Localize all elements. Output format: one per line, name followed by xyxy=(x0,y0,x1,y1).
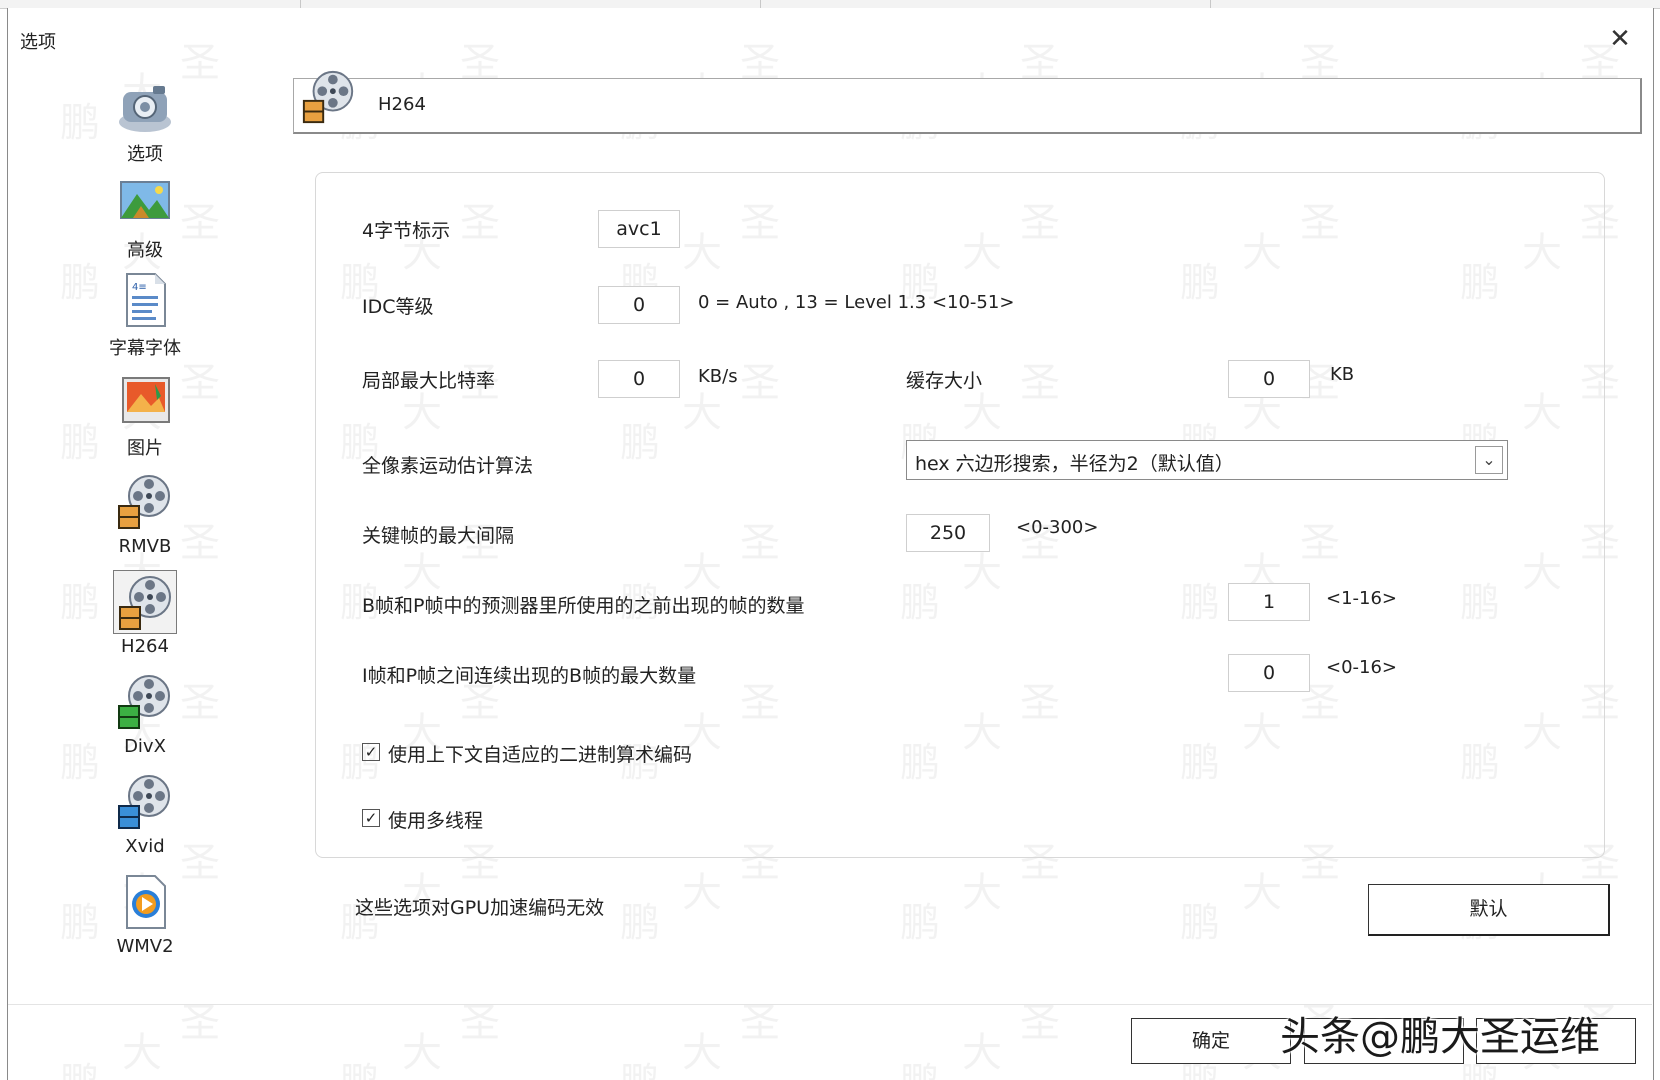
sidebar-item-label: DivX xyxy=(124,736,166,757)
keyint-label: 关键帧的最大间隔 xyxy=(362,525,515,547)
buffer-size-unit: KB xyxy=(1330,364,1355,385)
sidebar-item-label: WMV2 xyxy=(116,936,174,957)
watermark-overlay: 头条@鹏大圣运维 xyxy=(1280,1014,1600,1060)
dialog-title: 选项 xyxy=(20,32,56,53)
sidebar-item-label: 字幕字体 xyxy=(109,338,181,359)
keyint-input[interactable] xyxy=(906,514,990,552)
sidebar-item-label: 高级 xyxy=(127,240,163,261)
sidebar-item-h264[interactable]: H264 xyxy=(100,570,190,657)
default-button[interactable]: 默认 xyxy=(1368,884,1610,936)
me-algorithm-select[interactable]: hex 六边形搜索，半径为2（默认值） ⌄ xyxy=(906,440,1508,480)
multithread-checkbox[interactable]: ✓ xyxy=(362,809,380,827)
landscape-picture-icon xyxy=(120,181,170,219)
film-reel-icon xyxy=(118,675,170,729)
cabac-label: 使用上下文自适应的二进制算术编码 xyxy=(388,744,693,766)
bframes-label: I帧和P帧之间连续出现的B帧的最大数量 xyxy=(362,665,697,687)
fourcc-input[interactable] xyxy=(598,210,680,248)
cabac-checkbox[interactable]: ✓ xyxy=(362,743,380,761)
film-reel-icon xyxy=(119,576,171,630)
svg-text:4≡: 4≡ xyxy=(132,282,147,293)
close-button[interactable]: ✕ xyxy=(1600,22,1640,56)
refs-label: B帧和P帧中的预测器里所使用的之前出现的帧的数量 xyxy=(362,595,805,617)
gpu-note: 这些选项对GPU加速编码无效 xyxy=(355,897,605,919)
idc-input[interactable] xyxy=(598,286,680,324)
sidebar-item-options[interactable]: 选项 xyxy=(100,74,190,166)
idc-hint: 0 = Auto , 13 = Level 1.3 <10-51> xyxy=(698,292,1015,313)
refs-input[interactable] xyxy=(1228,583,1310,621)
sidebar-item-label: 图片 xyxy=(127,438,163,459)
sidebar-item-wmv2[interactable]: WMV2 xyxy=(100,870,190,957)
film-reel-icon xyxy=(302,70,354,124)
me-algorithm-value: hex 六边形搜索，半径为2（默认值） xyxy=(915,453,1234,475)
sidebar-item-picture[interactable]: 图片 xyxy=(100,368,190,460)
sidebar-item-subtitle-font[interactable]: 4≡ 字幕字体 xyxy=(100,268,190,360)
bframes-range: <0-16> xyxy=(1326,657,1398,678)
idc-label: IDC等级 xyxy=(362,296,434,318)
ok-button[interactable]: 确定 xyxy=(1131,1018,1291,1064)
sidebar-item-advanced[interactable]: 高级 xyxy=(100,170,190,262)
sidebar-item-label: H264 xyxy=(121,636,169,657)
refs-range: <1-16> xyxy=(1326,588,1398,609)
sidebar-item-xvid[interactable]: Xvid xyxy=(100,770,190,857)
me-algorithm-label: 全像素运动估计算法 xyxy=(362,455,534,477)
media-player-icon xyxy=(126,875,166,929)
buffer-size-input[interactable] xyxy=(1228,360,1310,398)
camera-settings-icon xyxy=(119,86,171,132)
section-header xyxy=(293,78,1642,134)
keyint-range: <0-300> xyxy=(1016,517,1099,538)
chevron-down-icon[interactable]: ⌄ xyxy=(1475,446,1503,474)
film-reel-icon xyxy=(118,475,170,529)
bframes-input[interactable] xyxy=(1228,654,1310,692)
close-icon: ✕ xyxy=(1609,24,1631,54)
document-font-icon: 4≡ xyxy=(126,273,166,327)
screen: 鹏大圣鹏大圣鹏大圣鹏大圣鹏大圣鹏大圣鹏大圣鹏大圣鹏大圣鹏大圣鹏大圣鹏大圣鹏大圣鹏… xyxy=(0,0,1660,1080)
sidebar-item-label: RMVB xyxy=(118,536,172,557)
sidebar-item-divx[interactable]: DivX xyxy=(100,670,190,757)
buffer-size-label: 缓存大小 xyxy=(906,370,983,392)
image-icon xyxy=(122,377,170,423)
max-bitrate-label: 局部最大比特率 xyxy=(362,370,496,392)
sidebar-item-rmvb[interactable]: RMVB xyxy=(100,470,190,557)
section-title: H264 xyxy=(378,94,426,115)
film-reel-icon xyxy=(118,775,170,829)
fourcc-label: 4字节标示 xyxy=(362,220,451,242)
max-bitrate-input[interactable] xyxy=(598,360,680,398)
sidebar-item-label: Xvid xyxy=(125,836,165,857)
max-bitrate-unit: KB/s xyxy=(698,366,738,387)
sidebar-item-label: 选项 xyxy=(127,144,163,165)
multithread-label: 使用多线程 xyxy=(388,810,484,832)
